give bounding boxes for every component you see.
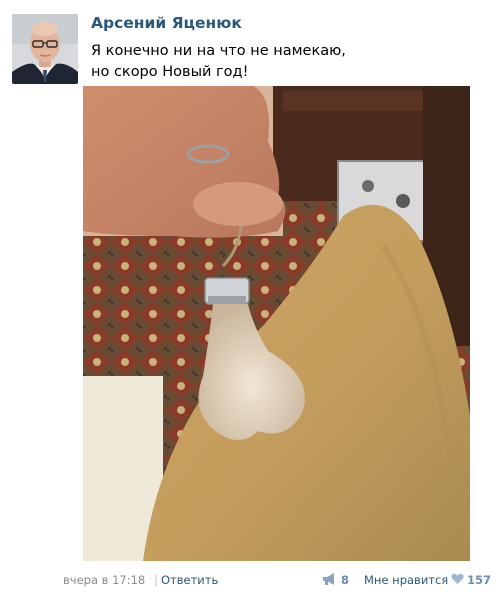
photo-image xyxy=(83,86,470,561)
footer-separator: | xyxy=(154,573,158,587)
megaphone-icon xyxy=(322,572,337,588)
share-button[interactable]: 8 xyxy=(322,571,349,589)
like-label[interactable]: Мне нравится xyxy=(364,573,448,587)
post-text-line-1: Я конечно ни на что не намекаю, xyxy=(91,43,346,59)
post-photo[interactable] xyxy=(83,86,470,561)
heart-icon xyxy=(451,573,464,588)
post-text-line-2: но скоро Новый год! xyxy=(91,64,249,80)
wall-post: Арсений Яценюк Я конечно ни на что не на… xyxy=(0,0,501,604)
author-name-link[interactable]: Арсений Яценюк xyxy=(91,14,242,32)
author-avatar[interactable] xyxy=(12,14,78,84)
share-count: 8 xyxy=(341,573,350,587)
avatar-photo xyxy=(12,14,78,84)
post-time-link[interactable]: вчера в 17:18 xyxy=(63,573,145,587)
post-footer: вчера в 17:18 | Ответить 8 Мне нравится … xyxy=(0,571,501,591)
reply-link[interactable]: Ответить xyxy=(161,573,218,587)
like-count: 157 xyxy=(467,573,492,587)
like-button[interactable]: 157 xyxy=(451,571,491,589)
post-text: Я конечно ни на что не намекаю, но скоро… xyxy=(91,41,471,83)
